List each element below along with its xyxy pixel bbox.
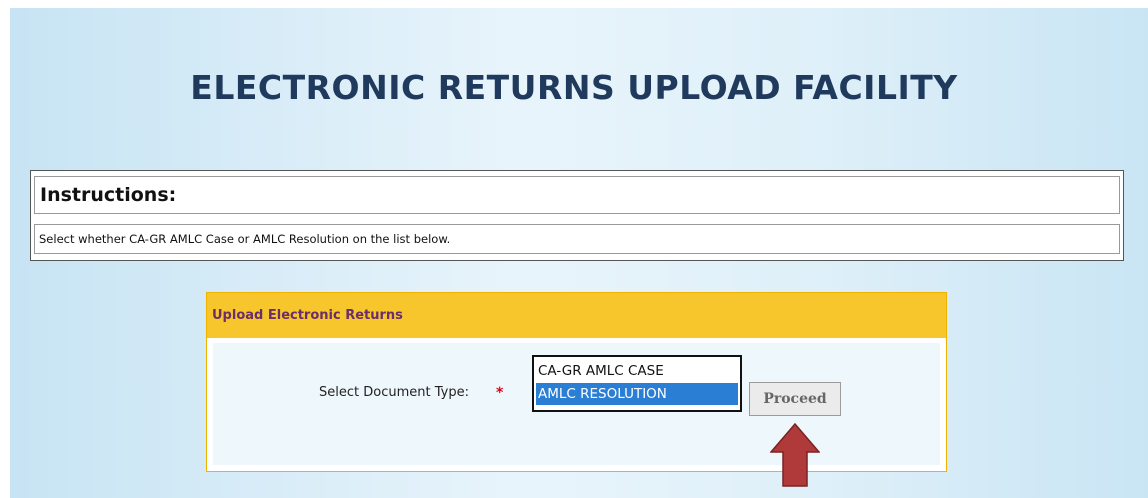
document-type-option-ca-gr-amlc-case[interactable]: CA-GR AMLC CASE bbox=[536, 360, 738, 382]
proceed-button[interactable]: Proceed bbox=[749, 382, 841, 416]
up-arrow-icon bbox=[770, 423, 820, 487]
instructions-box: Instructions: Select whether CA-GR AMLC … bbox=[30, 170, 1124, 261]
upload-panel-heading: Upload Electronic Returns bbox=[207, 293, 946, 338]
instructions-text: Select whether CA-GR AMLC Case or AMLC R… bbox=[34, 224, 1120, 254]
instructions-heading: Instructions: bbox=[34, 176, 1120, 214]
document-type-label: Select Document Type: bbox=[319, 385, 469, 400]
page-title: ELECTRONIC RETURNS UPLOAD FACILITY bbox=[190, 68, 958, 107]
document-type-listbox[interactable]: CA-GR AMLC CASE AMLC RESOLUTION bbox=[532, 355, 742, 412]
document-type-option-amlc-resolution[interactable]: AMLC RESOLUTION bbox=[536, 383, 738, 405]
required-marker: * bbox=[496, 385, 504, 401]
upload-electronic-returns-panel: Upload Electronic Returns Select Documen… bbox=[206, 292, 947, 472]
upload-panel-body: Select Document Type: * CA-GR AMLC CASE … bbox=[213, 343, 940, 465]
